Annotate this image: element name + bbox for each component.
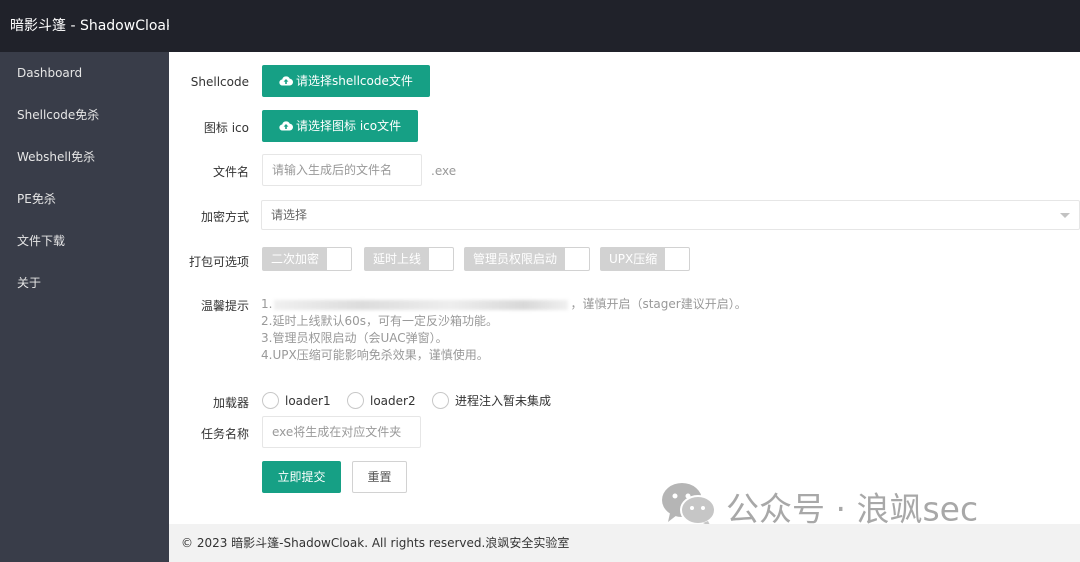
shellcode-upload-button[interactable]: 请选择shellcode文件: [262, 65, 430, 97]
watermark-text: 公众号 · 浪飒sec: [726, 489, 979, 529]
checkbox-label: 二次加密: [263, 248, 328, 270]
checkbox-label: UPX压缩: [601, 248, 666, 270]
task-name-label: 任务名称: [200, 427, 249, 441]
sidebar-item-download[interactable]: 文件下载: [0, 220, 169, 262]
pack-options-label: 打包可选项: [188, 255, 249, 269]
radio-loader2[interactable]: loader2: [347, 391, 416, 411]
ico-label: 图标 ico: [203, 121, 249, 135]
sidebar-item-about[interactable]: 关于: [0, 262, 169, 304]
filename-label: 文件名: [212, 165, 249, 179]
radio-process-inject[interactable]: 进程注入暂未集成: [432, 391, 551, 411]
task-name-input[interactable]: exe将生成在对应文件夹: [262, 416, 421, 448]
submit-button[interactable]: 立即提交: [262, 461, 341, 493]
top-header: [169, 0, 1080, 52]
footer: © 2023 暗影斗篷-ShadowCloak. All rights rese…: [169, 524, 1080, 562]
checkbox-admin-start[interactable]: 管理员权限启动: [464, 247, 591, 271]
sidebar-item-webshell[interactable]: Webshell免杀: [0, 136, 169, 178]
filename-suffix: .exe: [431, 164, 457, 178]
loader-label: 加载器: [212, 396, 249, 410]
tips-text: 1. ，谨慎开启（stager建议开启）。 2.延时上线默认60s，可有一定反沙箱…: [261, 297, 747, 362]
checkbox-upx[interactable]: UPX压缩: [600, 247, 691, 271]
sidebar-item-dashboard[interactable]: Dashboard: [0, 52, 169, 94]
checkbox-label: 管理员权限启动: [465, 248, 566, 270]
ico-upload-button[interactable]: 请选择图标 ico文件: [262, 110, 419, 143]
ico-upload-label: 请选择图标 ico文件: [296, 119, 402, 133]
cloud-upload-icon: [279, 111, 294, 143]
checkbox-delayed-online[interactable]: 延时上线: [364, 247, 455, 271]
app-title: 暗影斗篷 - ShadowCloak: [0, 0, 174, 52]
main-form: Shellcode 请选择shellcode文件 图标 ico 请选择图标 ic…: [169, 52, 1080, 524]
chevron-down-icon: [1060, 213, 1070, 218]
sidebar-item-pe[interactable]: PE免杀: [0, 178, 169, 220]
checkbox-secondary-encrypt[interactable]: 二次加密: [262, 247, 353, 271]
radio-circle-icon: [347, 392, 364, 409]
radio-circle-icon: [432, 392, 449, 409]
encryption-label: 加密方式: [200, 210, 249, 224]
checkbox-label: 延时上线: [365, 248, 430, 270]
tips-label: 温馨提示: [200, 299, 249, 313]
watermark: 公众号 · 浪飒sec: [660, 480, 978, 530]
filename-input[interactable]: 请输入生成后的文件名: [262, 154, 422, 186]
redacted-text: [274, 299, 569, 310]
shellcode-label: Shellcode: [190, 75, 249, 89]
cloud-upload-icon: [279, 66, 294, 98]
reset-button[interactable]: 重置: [352, 461, 407, 493]
encryption-select[interactable]: 请选择: [261, 200, 1080, 230]
radio-circle-icon: [262, 392, 279, 409]
shellcode-upload-label: 请选择shellcode文件: [296, 74, 413, 88]
sidebar: 暗影斗篷 - ShadowCloak Dashboard Shellcode免杀…: [0, 0, 174, 562]
radio-loader1[interactable]: loader1: [262, 391, 331, 411]
sidebar-item-shellcode[interactable]: Shellcode免杀: [0, 94, 169, 136]
encryption-select-value: 请选择: [271, 208, 308, 222]
